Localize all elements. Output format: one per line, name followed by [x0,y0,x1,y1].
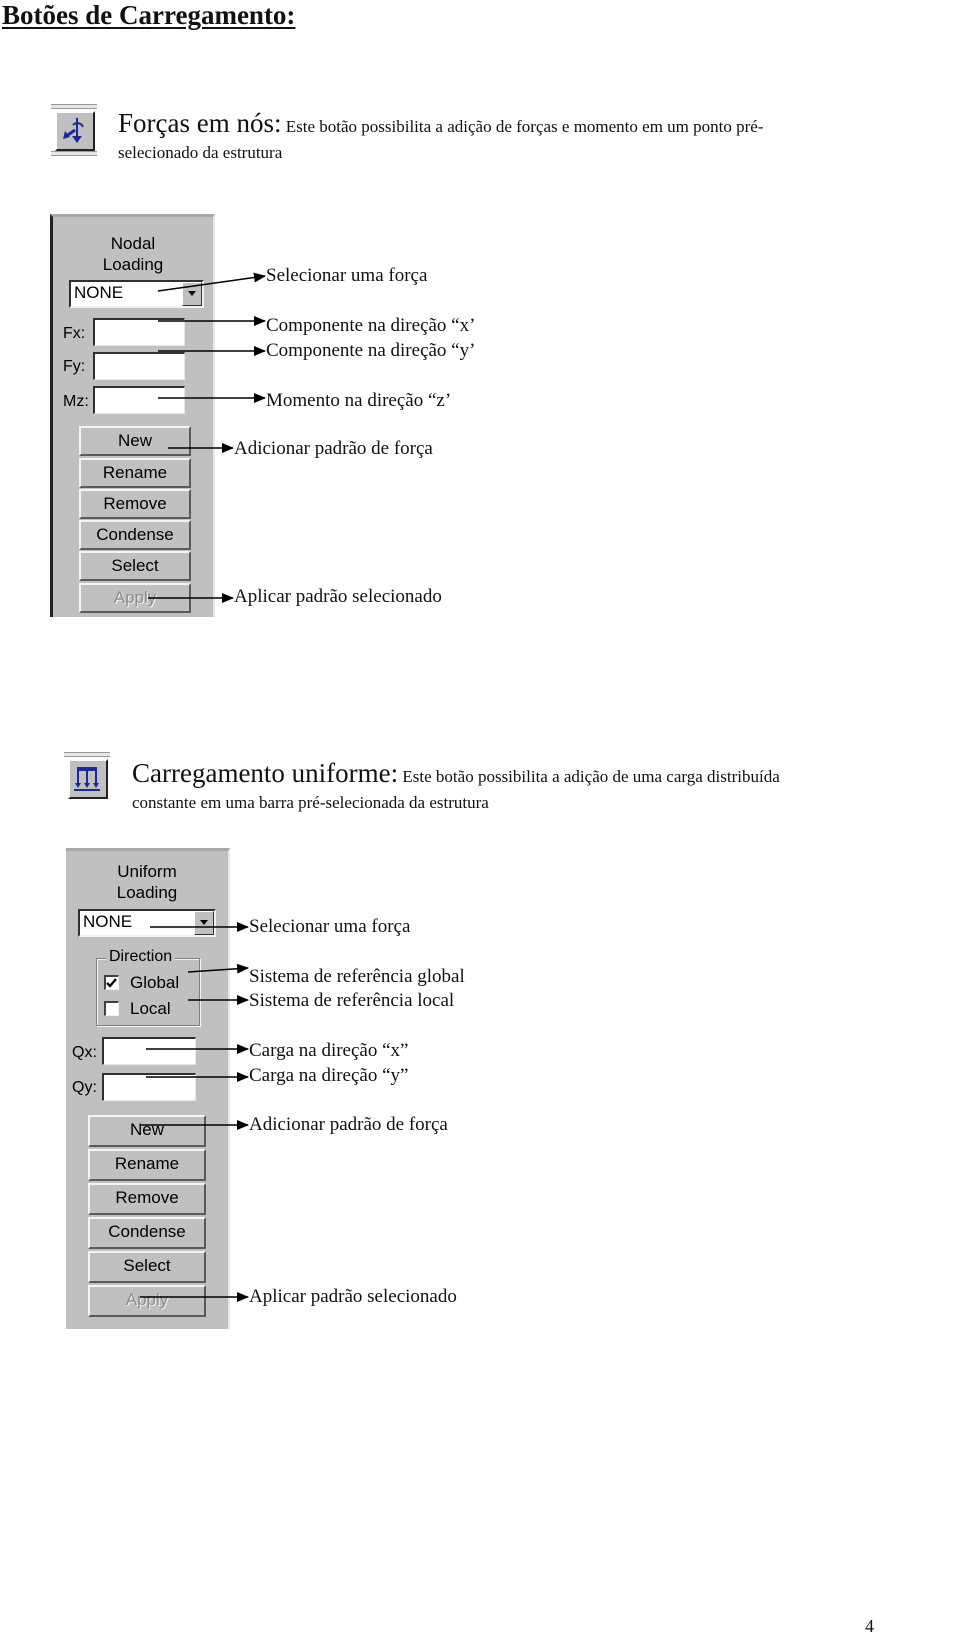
annotation-select-force: Selecionar uma força [249,916,411,937]
annotation-apply-pattern: Aplicar padrão selecionado [249,1286,457,1307]
page-number: 4 [865,1616,874,1636]
select-value: NONE [74,283,124,302]
uniform-section-heading: Carregamento uniforme: [132,758,399,788]
qx-input[interactable] [102,1037,196,1065]
annotation-load-y: Carga na direção “y” [249,1065,409,1086]
global-checkbox[interactable] [104,975,119,990]
nodal-load-select[interactable]: NONE [69,280,204,308]
uniform-condense-button[interactable]: Condense [88,1217,206,1249]
nodal-rename-button[interactable]: Rename [79,458,191,488]
local-checkbox-label[interactable]: Local [130,999,171,1019]
panel-heading-line: Loading [102,255,164,274]
uniform-load-button-face [68,759,108,799]
uniform-panel-heading: Uniform Loading [66,861,228,903]
annotation-local-system: Sistema de referência local [249,990,455,1011]
panel-heading-line: Loading [116,883,178,902]
nodal-new-button[interactable]: New [79,426,191,456]
qy-input[interactable] [102,1073,196,1101]
uniform-load-icon [74,767,100,791]
chevron-down-icon[interactable] [182,282,202,306]
checkmark-icon [106,978,117,988]
annotation-add-pattern: Adicionar padrão de força [249,1114,448,1135]
panel-heading-line: Uniform [117,862,177,881]
uniform-description-line1: Este botão possibilita a adição de uma c… [398,767,780,786]
uniform-rename-button[interactable]: Rename [88,1149,206,1181]
fy-input[interactable] [93,352,185,380]
annotation-select-force: Selecionar uma força [266,265,428,286]
uniform-description-line2: constante em uma barra pré-selecionada d… [132,793,489,812]
nodal-force-icon [63,118,84,143]
annotation-add-pattern: Adicionar padrão de força [234,438,433,459]
nodal-section-heading: Forças em nós: [118,108,282,138]
toolbar-separator [51,151,97,156]
nodal-loading-panel: Nodal Loading NONE Fx: Fy: Mz: New Renam… [50,214,215,617]
nodal-select-button[interactable]: Select [79,551,191,581]
fx-label: Fx: [63,325,86,342]
annotation-global-system: Sistema de referência global [249,966,465,987]
panel-heading-line: Nodal [110,234,156,253]
page-title: Botões de Carregamento: [2,0,296,30]
uniform-section-description: Carregamento uniforme: Este botão possib… [132,760,952,816]
select-value: NONE [83,912,133,931]
uniform-select-button[interactable]: Select [88,1251,206,1283]
nodal-remove-button[interactable]: Remove [79,489,191,519]
chevron-down-icon[interactable] [194,911,214,935]
qx-label: Qx: [72,1044,97,1061]
annotation-load-x: Carga na direção “x” [249,1040,409,1061]
nodal-panel-heading: Nodal Loading [53,233,213,275]
nodal-loading-tool-button[interactable] [51,104,97,156]
fx-input[interactable] [93,318,185,346]
global-checkbox-label[interactable]: Global [130,973,179,993]
toolbar-separator [64,752,110,757]
annotation-component-x: Componente na direção “x’ [266,315,476,336]
nodal-description-line1: Este botão possibilita a adição de força… [281,117,764,136]
local-checkbox[interactable] [104,1001,119,1016]
nodal-description-line2: selecionado da estrutura [118,143,283,162]
toolbar-separator [51,104,97,109]
nodal-force-button-face [55,111,95,151]
nodal-apply-button[interactable]: Apply [79,583,191,613]
uniform-remove-button[interactable]: Remove [88,1183,206,1215]
uniform-loading-tool-button[interactable] [64,752,110,804]
mz-label: Mz: [63,393,89,410]
annotation-component-y: Componente na direção “y’ [266,340,476,361]
uniform-load-select[interactable]: NONE [78,909,216,937]
fy-label: Fy: [63,358,86,375]
direction-legend: Direction [106,948,176,966]
annotation-moment-z: Momento na direção “z’ [266,390,452,411]
qy-label: Qy: [72,1079,97,1096]
uniform-apply-button[interactable]: Apply [88,1285,206,1317]
nodal-condense-button[interactable]: Condense [79,520,191,550]
uniform-new-button[interactable]: New [88,1115,206,1147]
uniform-loading-panel: Uniform Loading NONE Direction Global Lo… [66,848,230,1329]
annotation-apply-pattern: Aplicar padrão selecionado [234,586,442,607]
mz-input[interactable] [93,386,185,414]
nodal-section-description: Forças em nós: Este botão possibilita a … [118,110,918,166]
